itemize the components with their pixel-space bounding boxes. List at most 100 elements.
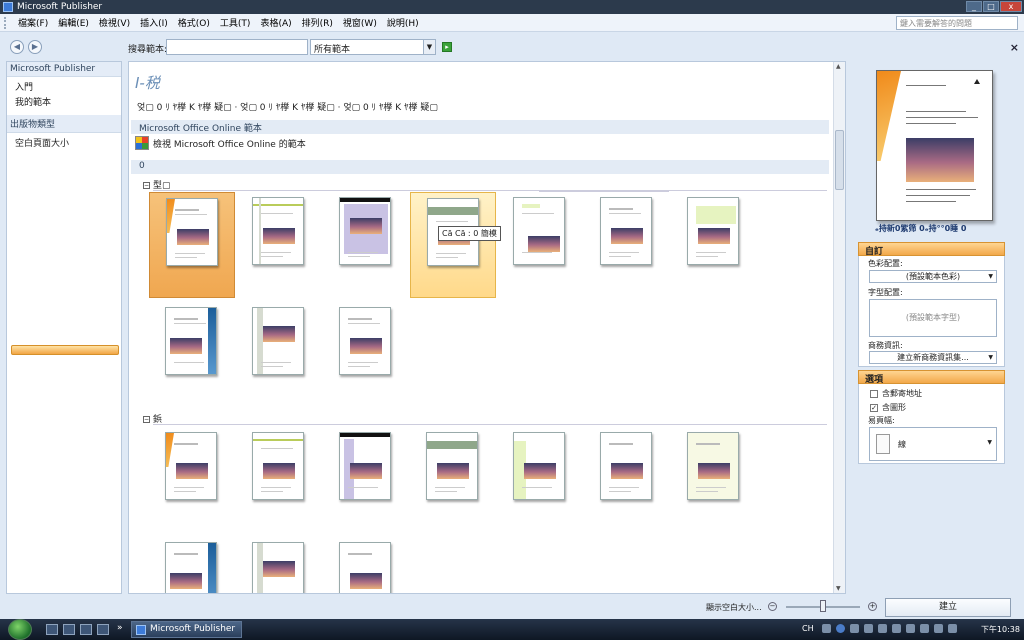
checkbox-icon[interactable] xyxy=(870,389,878,398)
customize-body: 色彩配置: (預設範本色彩) ▼ 字型配置: (預設範本字型) 商務資訊: 建立新… xyxy=(858,256,1005,367)
office-online-icon xyxy=(135,136,149,150)
menu-arrange[interactable]: 排列(R) xyxy=(297,16,338,29)
minimize-button[interactable]: _ xyxy=(966,1,982,12)
template-tile[interactable] xyxy=(149,192,235,298)
gallery-scrollbar[interactable]: ▲ ▼ xyxy=(833,62,845,593)
template-tile[interactable] xyxy=(671,192,757,298)
scroll-thumb[interactable] xyxy=(835,130,844,190)
publisher-app-icon xyxy=(3,2,13,12)
window-title: Microsoft Publisher xyxy=(17,2,103,12)
keyboard-icon[interactable] xyxy=(822,624,831,633)
menu-view[interactable]: 檢視(V) xyxy=(94,16,135,29)
template-tile[interactable] xyxy=(323,192,409,298)
tray-icon[interactable] xyxy=(878,624,887,633)
section-zero-header: 0 xyxy=(131,160,829,174)
template-tile[interactable] xyxy=(410,427,496,533)
template-tile[interactable] xyxy=(149,537,235,593)
font-scheme-select[interactable]: (預設範本字型) xyxy=(869,299,997,337)
color-scheme-select[interactable]: (預設範本色彩) ▼ xyxy=(869,270,997,283)
show-desktop-icon[interactable] xyxy=(46,624,58,635)
triangle-icon xyxy=(974,79,980,84)
online-templates-link[interactable]: 檢視 Microsoft Office Online 的範本 xyxy=(135,136,306,150)
close-window-button[interactable]: x xyxy=(1000,1,1022,12)
nav-getting-started[interactable]: 入門 xyxy=(7,77,121,94)
tray-icon[interactable] xyxy=(906,624,915,633)
page-size-label: 易頁幅: xyxy=(868,416,895,425)
business-info-select[interactable]: 建立新商務資訊集... ▼ xyxy=(869,351,997,364)
chevron-down-icon[interactable]: ▼ xyxy=(423,40,435,54)
windows-taskbar: » Microsoft Publisher CH 下午10:38 xyxy=(0,619,1024,640)
nav-blank-page-sizes[interactable]: 空白頁面大小 xyxy=(7,133,121,150)
back-button[interactable]: ◀ xyxy=(10,40,24,54)
tray-icon[interactable] xyxy=(892,624,901,633)
menu-tools[interactable]: 工具(T) xyxy=(215,16,256,29)
quicklaunch-icon[interactable] xyxy=(80,624,92,635)
tray-icon[interactable] xyxy=(920,624,929,633)
more-quicklaunch-icon[interactable]: » xyxy=(117,623,123,633)
include-mailing-address-checkbox[interactable]: 含郵寄地址 xyxy=(870,388,922,399)
menu-window[interactable]: 視窗(W) xyxy=(338,16,382,29)
media-player-icon[interactable] xyxy=(97,624,109,635)
taskbar-publisher-button[interactable]: Microsoft Publisher xyxy=(131,621,242,638)
scroll-down-icon[interactable]: ▼ xyxy=(836,585,841,592)
menu-table[interactable]: 表格(A) xyxy=(255,16,296,29)
tray-icon[interactable] xyxy=(850,624,859,633)
page-size-select[interactable]: 線 ▼ xyxy=(869,427,997,461)
forward-button[interactable]: ▶ xyxy=(28,40,42,54)
zoom-out-icon[interactable]: − xyxy=(768,602,777,611)
quicklaunch-icon[interactable] xyxy=(63,624,75,635)
search-scope-value: 所有範本 xyxy=(314,45,351,55)
template-tile[interactable] xyxy=(497,192,583,298)
template-tile[interactable] xyxy=(584,427,670,533)
zoom-in-icon[interactable]: + xyxy=(868,602,877,611)
include-graphic-checkbox[interactable]: ✓ 含圖形 xyxy=(870,402,906,413)
template-tile[interactable] xyxy=(671,427,757,533)
help-question-input[interactable]: 鍵入需要解答的問題 xyxy=(896,16,1018,30)
volume-icon[interactable] xyxy=(948,624,957,633)
template-tile[interactable] xyxy=(323,302,409,408)
collapse-icon[interactable]: − xyxy=(143,182,150,189)
template-tile[interactable] xyxy=(323,537,409,593)
template-tile[interactable] xyxy=(236,302,322,408)
template-tile[interactable] xyxy=(497,427,583,533)
create-button[interactable]: 建立 xyxy=(885,598,1011,617)
start-button[interactable] xyxy=(8,619,32,640)
menu-edit[interactable]: 編輯(E) xyxy=(53,16,94,29)
scroll-up-icon[interactable]: ▲ xyxy=(836,63,841,70)
menu-file[interactable]: 檔案(F) xyxy=(13,16,53,29)
language-indicator[interactable]: CH xyxy=(802,624,814,633)
close-catalog-button[interactable]: × xyxy=(1010,41,1019,54)
network-icon[interactable] xyxy=(934,624,943,633)
tray-icon[interactable] xyxy=(864,624,873,633)
publisher-app-icon xyxy=(136,625,146,635)
template-tile[interactable] xyxy=(236,192,322,298)
maximize-button[interactable]: □ xyxy=(983,1,999,12)
template-tile[interactable] xyxy=(584,192,670,298)
taskbar-app-label: Microsoft Publisher xyxy=(150,624,236,634)
template-tile[interactable] xyxy=(410,192,496,298)
template-tile[interactable] xyxy=(323,427,409,533)
zoom-slider-handle[interactable] xyxy=(820,600,826,612)
search-go-button[interactable]: ▸ xyxy=(442,42,452,52)
clock[interactable]: 下午10:38 xyxy=(981,624,1020,635)
template-gallery: I-税 엊▢ 0 ﾘ ﾔ﨔 K ﾔ﨔 疑▢ · 엊▢ 0 ﾘ ﾔ﨔 K ﾔ﨔 疑… xyxy=(128,61,846,594)
status-bar: 顯示空白大小... − + 建立 xyxy=(0,597,1024,619)
menu-insert[interactable]: 插入(I) xyxy=(135,16,173,29)
help-icon[interactable] xyxy=(836,624,845,633)
template-tile[interactable] xyxy=(149,427,235,533)
template-preview xyxy=(876,70,993,221)
nav-my-templates[interactable]: 我的範本 xyxy=(7,94,121,109)
template-tile[interactable] xyxy=(149,302,235,408)
template-tile[interactable] xyxy=(236,537,322,593)
collapse-icon[interactable]: − xyxy=(143,416,150,423)
selected-nav-item[interactable] xyxy=(11,345,119,355)
menu-format[interactable]: 格式(O) xyxy=(173,16,215,29)
search-scope-select[interactable]: 所有範本 ▼ xyxy=(310,39,436,55)
menu-grip-icon xyxy=(4,16,7,29)
online-link-text[interactable]: 檢視 Microsoft Office Online 的範本 xyxy=(153,137,306,150)
menu-help[interactable]: 說明(H) xyxy=(382,16,424,29)
template-tile[interactable] xyxy=(236,427,322,533)
search-input[interactable] xyxy=(166,39,308,55)
checkbox-checked-icon[interactable]: ✓ xyxy=(870,403,878,412)
page-size-value: 線 xyxy=(898,440,906,449)
